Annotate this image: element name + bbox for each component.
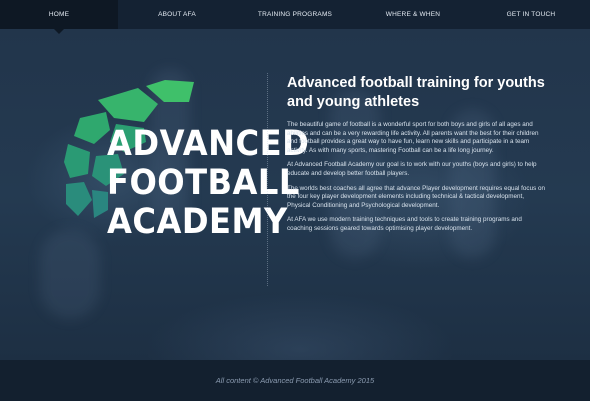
logo-segment [66, 182, 92, 216]
nav-about[interactable]: ABOUT AFA [118, 0, 236, 29]
intro-section: Advanced football training for youths an… [287, 74, 545, 240]
coaches-paragraph: The worlds best coaches all agree that a… [287, 184, 545, 209]
logo-segment [64, 144, 90, 178]
vertical-divider [267, 73, 269, 286]
goal-paragraph: At Advanced Football Academy our goal is… [287, 161, 537, 177]
methods-paragraph: At AFA we use modern training techniques… [287, 216, 522, 232]
logo-segment [92, 190, 108, 218]
logo-wordmark: ADVANCED FOOTBALL ACADEMY [107, 125, 309, 242]
page-footer: All content © Advanced Football Academy … [0, 360, 590, 401]
intro-paragraph: The beautiful game of football is a wond… [287, 121, 539, 154]
logo-segment [146, 80, 194, 102]
nav-home[interactable]: HOME [0, 0, 118, 34]
nav-training-programs[interactable]: TRAINING PROGRAMS [236, 0, 354, 29]
main-nav: HOME ABOUT AFA TRAINING PROGRAMS WHERE &… [0, 0, 590, 34]
logo-line: ACADEMY [107, 202, 288, 242]
logo-line: FOOTBALL [107, 163, 300, 203]
logo-line: ADVANCED [107, 124, 310, 164]
footer-copyright: All content © Advanced Football Academy … [215, 376, 375, 385]
nav-get-in-touch[interactable]: GET IN TOUCH [472, 0, 590, 29]
page-heading: Advanced football training for youths an… [287, 75, 545, 110]
nav-where-when[interactable]: WHERE & WHEN [354, 0, 472, 29]
logo-segment [74, 112, 110, 144]
